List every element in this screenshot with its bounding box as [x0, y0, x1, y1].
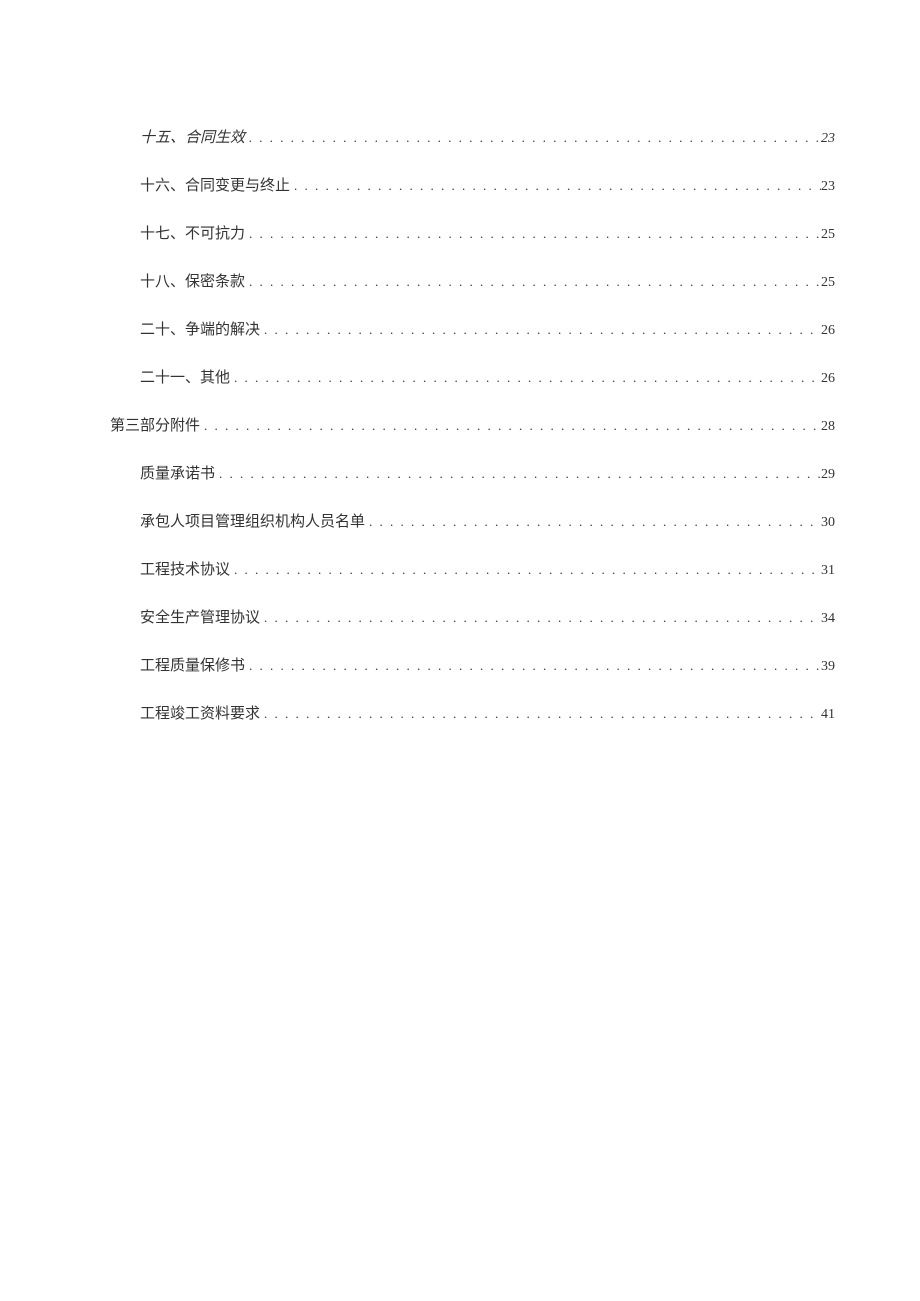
toc-entry: 二十、争端的解决 26: [110, 320, 835, 341]
toc-entry: 十五、合同生效 23: [110, 128, 835, 149]
toc-page-number: 25: [821, 225, 835, 245]
toc-page-number: 25: [821, 273, 835, 293]
toc-title: 安全生产管理协议: [140, 608, 260, 629]
toc-leader-dots: [215, 465, 821, 483]
toc-entry: 工程质量保修书 39: [110, 656, 835, 677]
toc-leader-dots: [245, 273, 821, 291]
toc-title: 十八、保密条款: [140, 272, 245, 293]
toc-leader-dots: [245, 657, 821, 675]
toc-title: 第三部分附件: [110, 416, 200, 437]
toc-page-number: 29: [821, 465, 835, 485]
toc-entry: 工程竣工资料要求 41: [110, 704, 835, 725]
toc-entry: 二十一、其他 26: [110, 368, 835, 389]
toc-leader-dots: [260, 321, 821, 339]
toc-title: 十五、合同生效: [140, 128, 245, 149]
toc-page-number: 28: [821, 417, 835, 437]
toc-entry: 十六、合同变更与终止 23: [110, 176, 835, 197]
toc-title: 工程竣工资料要求: [140, 704, 260, 725]
toc-leader-dots: [260, 609, 821, 627]
toc-title: 二十一、其他: [140, 368, 230, 389]
toc-leader-dots: [230, 369, 821, 387]
toc-entry: 十七、不可抗力 25: [110, 224, 835, 245]
toc-page-number: 26: [821, 369, 835, 389]
toc-entry: 第三部分附件 28: [110, 416, 835, 437]
toc-title: 十六、合同变更与终止: [140, 176, 290, 197]
table-of-contents: 十五、合同生效 23 十六、合同变更与终止 23 十七、不可抗力 25 十八、保…: [110, 128, 835, 725]
toc-entry: 质量承诺书 29: [110, 464, 835, 485]
toc-page-number: 26: [821, 321, 835, 341]
toc-leader-dots: [365, 513, 821, 531]
toc-page-number: 34: [821, 609, 835, 629]
toc-title: 十七、不可抗力: [140, 224, 245, 245]
toc-leader-dots: [245, 225, 821, 243]
toc-page-number: 23: [821, 129, 835, 149]
toc-entry: 承包人项目管理组织机构人员名单 30: [110, 512, 835, 533]
toc-leader-dots: [245, 129, 821, 147]
toc-page-number: 41: [821, 705, 835, 725]
toc-leader-dots: [260, 705, 821, 723]
toc-page-number: 39: [821, 657, 835, 677]
toc-title: 工程技术协议: [140, 560, 230, 581]
toc-page-number: 23: [821, 177, 835, 197]
toc-page-number: 31: [821, 561, 835, 581]
toc-title: 承包人项目管理组织机构人员名单: [140, 512, 365, 533]
toc-entry: 十八、保密条款 25: [110, 272, 835, 293]
toc-leader-dots: [200, 417, 821, 435]
toc-leader-dots: [230, 561, 821, 579]
toc-leader-dots: [290, 177, 821, 195]
toc-title: 二十、争端的解决: [140, 320, 260, 341]
toc-title: 质量承诺书: [140, 464, 215, 485]
toc-entry: 工程技术协议 31: [110, 560, 835, 581]
toc-title: 工程质量保修书: [140, 656, 245, 677]
toc-page-number: 30: [821, 513, 835, 533]
toc-entry: 安全生产管理协议 34: [110, 608, 835, 629]
